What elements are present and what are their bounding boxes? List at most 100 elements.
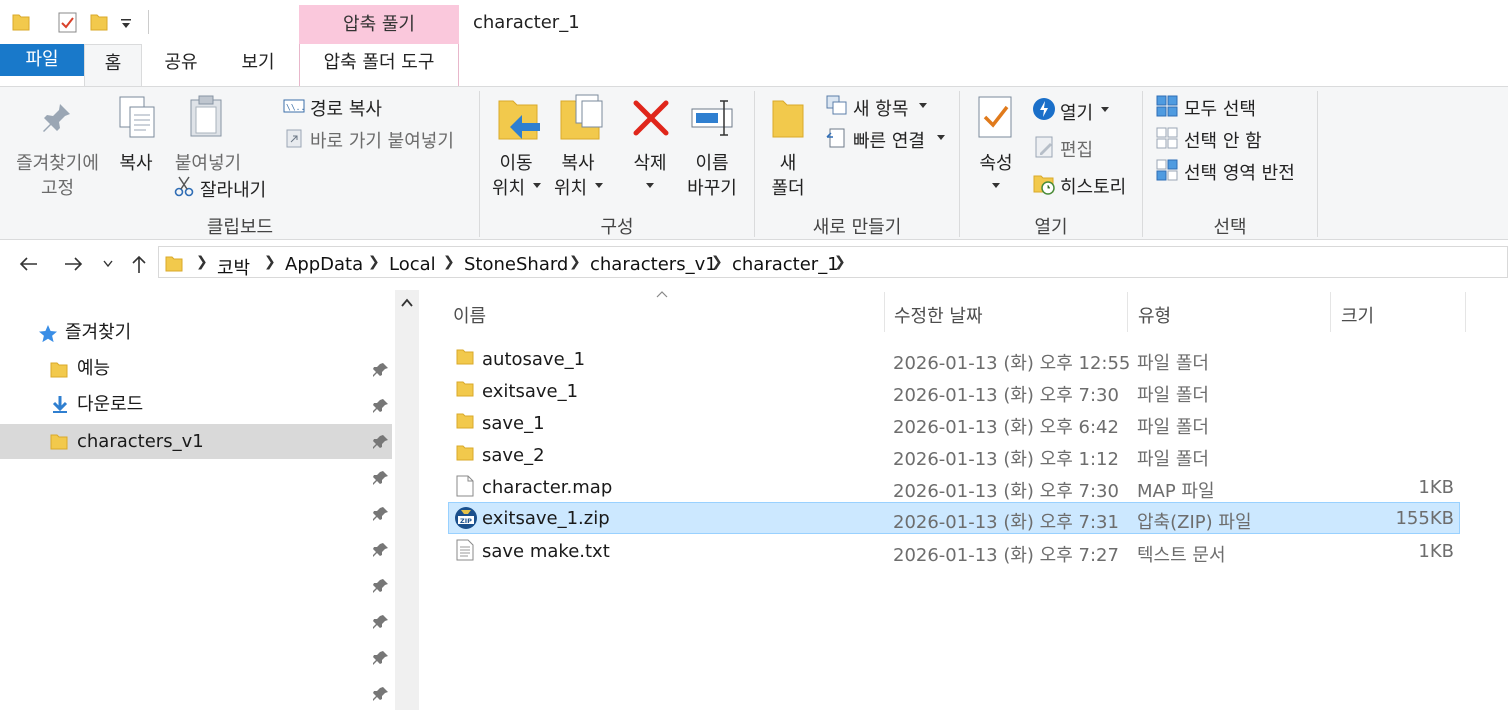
pin-icon[interactable] — [373, 362, 389, 378]
clipboard-group-label: 클립보드 — [206, 217, 274, 238]
scroll-up-icon[interactable] — [401, 298, 413, 308]
folder-icon — [50, 362, 68, 378]
open-label[interactable]: 열기 — [1060, 99, 1093, 125]
pin-icon[interactable] — [373, 506, 389, 522]
file-name[interactable]: exitsave_1 — [482, 381, 578, 402]
table-row[interactable]: autosave_1 2026-01-13 (화) 오후 12:55 파일 폴더 — [448, 343, 1460, 375]
select-none-label[interactable]: 선택 안 함 — [1184, 127, 1262, 153]
edit-label[interactable]: 편집 — [1060, 136, 1093, 162]
properties-check-icon[interactable] — [58, 12, 78, 34]
pin-to-quick-access-label-1[interactable]: 즐겨찾기에 — [0, 149, 115, 175]
pin-icon[interactable] — [373, 398, 389, 414]
navigation-pane: 즐겨찾기 예능 다운로드 characters_v1 — [0, 284, 420, 710]
up-arrow-icon[interactable] — [130, 254, 148, 274]
copy-to-label-2[interactable]: 위치 — [554, 174, 587, 200]
table-row[interactable]: exitsave_1 2026-01-13 (화) 오후 7:30 파일 폴더 — [448, 375, 1460, 407]
column-divider[interactable] — [1330, 292, 1331, 332]
toolbar-divider — [148, 10, 149, 34]
chevron-down-icon — [1101, 107, 1109, 112]
column-divider[interactable] — [884, 292, 885, 332]
forward-arrow-icon[interactable] — [64, 256, 84, 272]
file-name[interactable]: exitsave_1.zip — [482, 508, 610, 529]
move-to-label-2[interactable]: 위치 — [492, 174, 525, 200]
pin-icon[interactable] — [373, 686, 389, 702]
file-name[interactable]: save make.txt — [482, 541, 610, 562]
pin-icon[interactable] — [373, 470, 389, 486]
table-row[interactable]: save make.txt 2026-01-13 (화) 오후 7:27 텍스트… — [448, 535, 1460, 567]
file-size: 1KB — [1418, 477, 1454, 498]
new-item-label[interactable]: 새 항목 — [853, 95, 908, 121]
select-all-label[interactable]: 모두 선택 — [1184, 95, 1256, 121]
breadcrumb-item[interactable]: 코박 — [217, 254, 250, 280]
invert-selection-label[interactable]: 선택 영역 반전 — [1184, 159, 1295, 185]
star-icon — [39, 325, 57, 343]
table-row[interactable]: character.map 2026-01-13 (화) 오후 7:30 MAP… — [448, 471, 1460, 503]
customize-dropdown-icon[interactable] — [120, 18, 132, 30]
file-name[interactable]: autosave_1 — [482, 349, 585, 370]
tab-compressed-folder-tools[interactable]: 압축 폴더 도구 — [299, 44, 459, 86]
nav-item-downloads[interactable]: 다운로드 — [77, 387, 143, 423]
file-modified: 2026-01-13 (화) 오후 7:27 — [893, 545, 1119, 566]
paste-label[interactable]: 붙여넣기 — [166, 149, 250, 175]
column-header-name[interactable]: 이름 — [453, 302, 486, 328]
copy-path-label[interactable]: 경로 복사 — [310, 95, 382, 121]
pin-icon — [43, 104, 70, 132]
pin-icon[interactable] — [373, 434, 389, 450]
properties-icon — [978, 96, 1012, 138]
file-modified: 2026-01-13 (화) 오후 6:42 — [893, 417, 1119, 438]
copy-to-label-1[interactable]: 복사 — [548, 149, 608, 175]
new-folder-label-2[interactable]: 폴더 — [760, 174, 816, 200]
pin-icon[interactable] — [373, 578, 389, 594]
back-arrow-icon[interactable] — [18, 256, 38, 272]
nav-item-characters-v1[interactable]: characters_v1 — [77, 424, 204, 460]
tab-share[interactable]: 공유 — [150, 44, 212, 86]
breadcrumb-item[interactable]: StoneShard — [464, 254, 568, 275]
nav-quick-access[interactable]: 즐겨찾기 — [65, 315, 131, 351]
breadcrumb-item[interactable]: character_1 — [732, 254, 839, 275]
table-row[interactable]: save_1 2026-01-13 (화) 오후 6:42 파일 폴더 — [448, 407, 1460, 439]
new-group-label: 새로 만들기 — [812, 217, 902, 238]
move-to-label-1[interactable]: 이동 — [486, 149, 546, 175]
svg-text:\\...: \\... — [286, 103, 305, 112]
table-row[interactable]: save_2 2026-01-13 (화) 오후 1:12 파일 폴더 — [448, 439, 1460, 471]
file-name[interactable]: save_1 — [482, 413, 545, 434]
rename-label-2[interactable]: 바꾸기 — [678, 174, 746, 200]
column-header-modified[interactable]: 수정한 날짜 — [894, 302, 983, 328]
tab-file[interactable]: 파일 — [0, 44, 84, 76]
column-header-type[interactable]: 유형 — [1138, 302, 1171, 328]
chevron-down-icon — [937, 135, 945, 140]
delete-label[interactable]: 삭제 — [620, 149, 680, 175]
pin-to-quick-access-label-2[interactable]: 고정 — [0, 174, 115, 200]
breadcrumb-item[interactable]: AppData — [285, 254, 363, 275]
tab-view[interactable]: 보기 — [226, 44, 290, 86]
open-icon — [1033, 98, 1055, 120]
column-divider[interactable] — [1127, 292, 1128, 332]
column-divider[interactable] — [1465, 292, 1466, 332]
pin-icon[interactable] — [373, 542, 389, 558]
breadcrumb-item[interactable]: characters_v1 — [590, 254, 717, 275]
column-header-size[interactable]: 크기 — [1341, 302, 1374, 328]
breadcrumb-item[interactable]: Local — [389, 254, 436, 275]
table-row-selected[interactable]: ZIP exitsave_1.zip 2026-01-13 (화) 오후 7:3… — [448, 502, 1460, 534]
easy-access-label[interactable]: 빠른 연결 — [853, 127, 925, 153]
new-item-icon — [826, 95, 847, 115]
rename-label-1[interactable]: 이름 — [682, 149, 742, 175]
folder-icon[interactable] — [12, 12, 30, 32]
copy-label[interactable]: 복사 — [108, 149, 164, 175]
recent-locations-chevron-icon[interactable] — [103, 260, 113, 268]
properties-label[interactable]: 속성 — [966, 149, 1026, 175]
cut-label[interactable]: 잘라내기 — [200, 176, 266, 202]
file-name[interactable]: save_2 — [482, 445, 545, 466]
tab-home[interactable]: 홈 — [84, 44, 142, 87]
new-folder-label-1[interactable]: 새 — [760, 149, 816, 175]
nav-scrollbar[interactable] — [395, 290, 419, 710]
paste-shortcut-label[interactable]: 바로 가기 붙여넣기 — [310, 127, 454, 153]
history-icon — [1033, 175, 1055, 195]
file-name[interactable]: character.map — [482, 477, 612, 498]
nav-item-yeneung[interactable]: 예능 — [77, 351, 110, 387]
pin-icon[interactable] — [373, 650, 389, 666]
history-label[interactable]: 히스토리 — [1060, 173, 1126, 199]
pin-icon[interactable] — [373, 614, 389, 630]
copy-icon — [119, 96, 155, 138]
new-folder-icon[interactable] — [90, 12, 108, 32]
